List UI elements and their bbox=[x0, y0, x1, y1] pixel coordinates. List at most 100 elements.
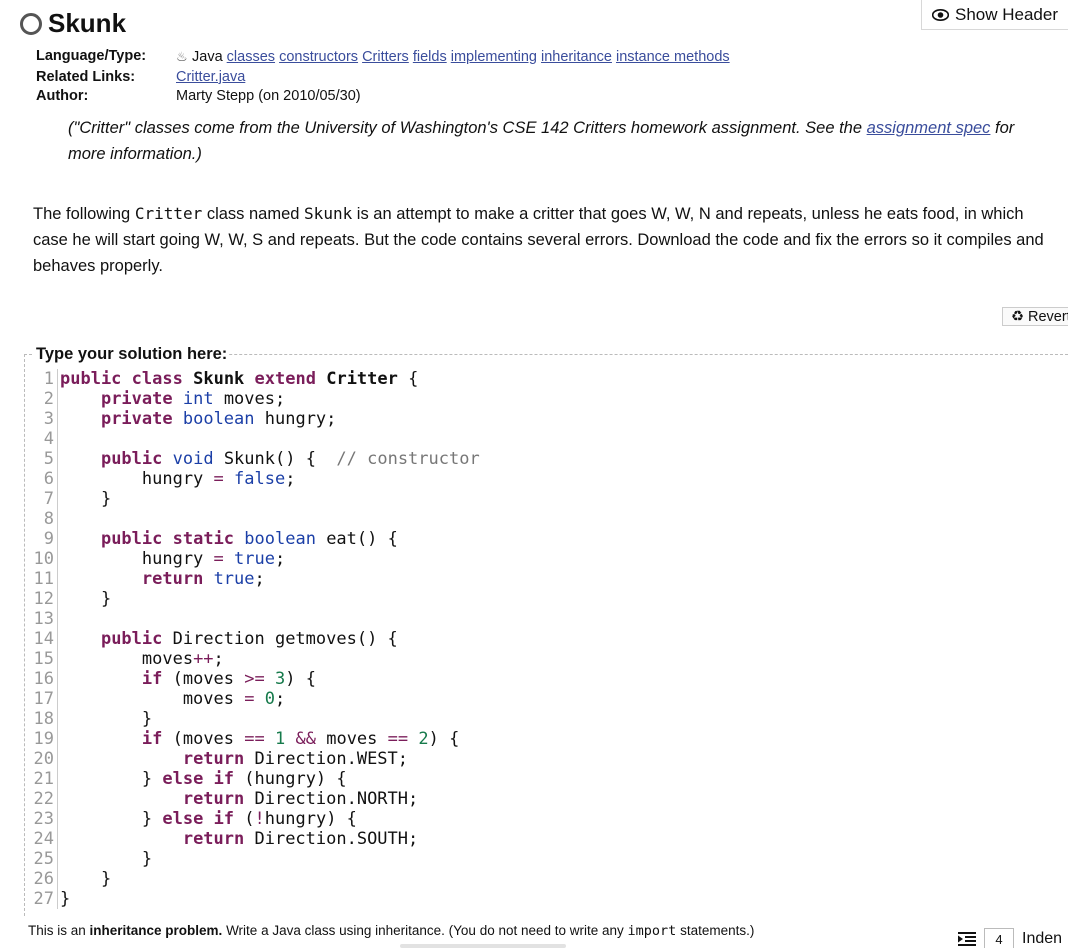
line-number: 10 bbox=[33, 549, 54, 569]
code-line: hungry = false; bbox=[60, 469, 296, 489]
line-number: 18 bbox=[33, 709, 54, 729]
code-line: return Direction.SOUTH; bbox=[182, 829, 419, 849]
code-line: moves++; bbox=[60, 649, 224, 669]
code-line: public static boolean eat() { bbox=[100, 529, 398, 549]
line-number: 9 bbox=[43, 529, 54, 549]
code-line: if (moves >= 3) { bbox=[141, 669, 316, 689]
indent-size-input[interactable]: 4 bbox=[984, 928, 1014, 948]
revert-label: Revert bbox=[1028, 308, 1068, 325]
status-circle-icon bbox=[20, 12, 42, 35]
indent-icon[interactable] bbox=[958, 932, 976, 946]
line-number: 24 bbox=[33, 829, 54, 849]
line-number: 23 bbox=[33, 809, 54, 829]
code-line: } bbox=[60, 709, 153, 729]
tag-link[interactable]: implementing bbox=[451, 49, 537, 65]
footer-text: statements.) bbox=[676, 923, 755, 938]
footer-code: import bbox=[627, 923, 677, 939]
code-line: } bbox=[60, 849, 153, 869]
description-code: Skunk bbox=[304, 204, 353, 223]
line-number: 27 bbox=[33, 889, 54, 909]
line-number: 7 bbox=[43, 489, 54, 509]
indent-controls: 4 Indent bbox=[958, 928, 1062, 948]
problem-meta: Language/Type: ♨ Java classes constructor… bbox=[36, 47, 730, 107]
horizontal-scrollbar[interactable] bbox=[400, 944, 566, 948]
line-number: 2 bbox=[43, 389, 54, 409]
line-number: 21 bbox=[33, 769, 54, 789]
code-line: return Direction.WEST; bbox=[182, 749, 409, 769]
show-header-button[interactable]: Show Header bbox=[921, 0, 1068, 30]
assignment-spec-link[interactable]: assignment spec bbox=[867, 119, 991, 137]
problem-description: The following Critter class named Skunk … bbox=[33, 201, 1058, 279]
line-number: 22 bbox=[33, 789, 54, 809]
line-number: 6 bbox=[43, 469, 54, 489]
line-number: 5 bbox=[43, 449, 54, 469]
related-link[interactable]: Critter.java bbox=[176, 69, 245, 85]
code-line: } bbox=[60, 869, 112, 889]
tag-link[interactable]: classes bbox=[227, 49, 275, 65]
line-number: 12 bbox=[33, 589, 54, 609]
problem-title: Skunk bbox=[48, 8, 127, 38]
description-code: Critter bbox=[134, 204, 203, 223]
tag-link[interactable]: inheritance bbox=[541, 49, 612, 65]
line-number: 13 bbox=[33, 609, 54, 629]
problem-title-row: Skunk bbox=[20, 8, 126, 39]
code-line: } bbox=[60, 589, 112, 609]
java-icon: ♨ bbox=[176, 49, 188, 64]
line-number: 15 bbox=[33, 649, 54, 669]
line-number: 3 bbox=[43, 409, 54, 429]
line-number: 8 bbox=[43, 509, 54, 529]
line-number: 1 bbox=[43, 369, 54, 389]
code-line: hungry = true; bbox=[60, 549, 286, 569]
recycle-icon: ♻ bbox=[1011, 308, 1024, 325]
note-text: ("Critter" classes come from the Univers… bbox=[68, 119, 867, 137]
description-text: class named bbox=[202, 205, 305, 223]
line-number: 20 bbox=[33, 749, 54, 769]
language-label: Language/Type: bbox=[36, 48, 147, 64]
code-line: if (moves == 1 && moves == 2) { bbox=[141, 729, 460, 749]
code-line: moves = 0; bbox=[60, 689, 286, 709]
line-number: 25 bbox=[33, 849, 54, 869]
line-number: 17 bbox=[33, 689, 54, 709]
footer-bold: inheritance problem. bbox=[89, 923, 223, 938]
footer-text: This is an bbox=[28, 923, 90, 938]
code-line: return Direction.NORTH; bbox=[182, 789, 419, 809]
tag-link[interactable]: fields bbox=[413, 49, 447, 65]
author-value: Marty Stepp (on 2010/05/30) bbox=[176, 88, 361, 104]
critter-note: ("Critter" classes come from the Univers… bbox=[68, 115, 1053, 167]
code-line: } bbox=[60, 489, 112, 509]
related-links-label: Related Links: bbox=[36, 68, 136, 85]
code-line: return true; bbox=[141, 569, 265, 589]
line-number: 14 bbox=[33, 629, 54, 649]
code-line: } bbox=[60, 889, 71, 909]
tag-link[interactable]: constructors bbox=[279, 49, 358, 65]
line-number-gutter: 1 2 3 4 5 6 7 8 9 10 11 12 13 14 15 16 1… bbox=[28, 369, 54, 909]
line-number: 16 bbox=[33, 669, 54, 689]
revert-button[interactable]: ♻ Revert bbox=[1002, 307, 1068, 326]
line-number: 19 bbox=[33, 729, 54, 749]
problem-type-footer: This is an inheritance problem. Write a … bbox=[28, 923, 754, 939]
code-line: } else if (hungry) { bbox=[60, 769, 347, 789]
solution-label: Type your solution here: bbox=[34, 345, 230, 364]
author-label: Author: bbox=[36, 88, 89, 104]
code-editor[interactable]: 1 2 3 4 5 6 7 8 9 10 11 12 13 14 15 16 1… bbox=[28, 369, 1068, 911]
line-number: 26 bbox=[33, 869, 54, 889]
code-lines[interactable]: public class Skunk extend Critter { priv… bbox=[60, 369, 480, 909]
line-number: 11 bbox=[33, 569, 54, 589]
show-header-label: Show Header bbox=[955, 4, 1059, 24]
code-line: public Direction getmoves() { bbox=[100, 629, 398, 649]
code-line: public class Skunk extend Critter { bbox=[60, 369, 419, 389]
tag-link[interactable]: Critters bbox=[362, 49, 409, 65]
indent-label: Indent bbox=[1022, 930, 1062, 947]
code-line: private int moves; bbox=[100, 389, 286, 409]
eye-icon bbox=[932, 8, 949, 21]
code-line: } else if (!hungry) { bbox=[60, 809, 357, 829]
code-line: private boolean hungry; bbox=[100, 409, 337, 429]
footer-text: Write a Java class using inheritance. (Y… bbox=[222, 923, 628, 938]
code-line: public void Skunk() { // constructor bbox=[100, 449, 480, 469]
line-number: 4 bbox=[43, 429, 54, 449]
tag-link[interactable]: instance methods bbox=[616, 49, 730, 65]
description-text: The following bbox=[33, 205, 135, 223]
